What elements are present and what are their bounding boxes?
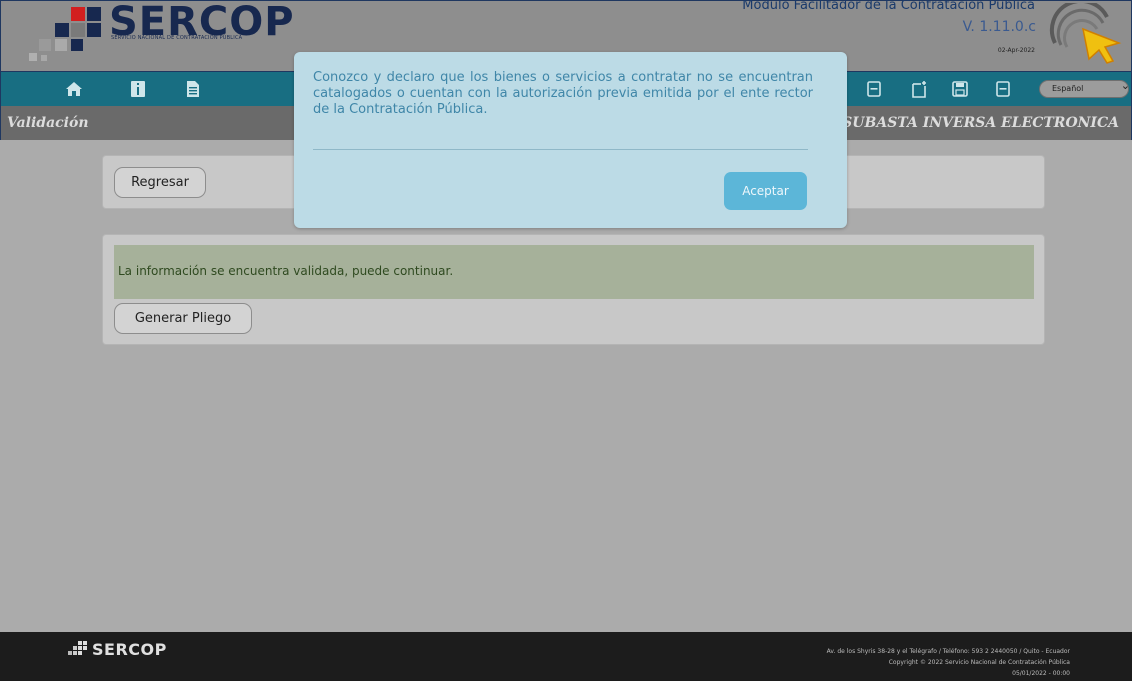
accept-button[interactable]: Aceptar	[724, 172, 807, 210]
logo-subtitle: SERVICIO NACIONAL DE CONTRATACIÓN PÚBLIC…	[111, 35, 243, 41]
modal-divider	[313, 149, 808, 150]
footer-address: Av. de los Shyris 38-28 y el Telégrafo /…	[826, 648, 1070, 655]
validation-message-box: La información se encuentra validada, pu…	[114, 245, 1034, 299]
save-icon[interactable]	[949, 78, 971, 100]
new-document-icon[interactable]	[908, 78, 930, 100]
sercop-footer-icon	[68, 641, 87, 655]
footer-datetime: 05/01/2022 - 00:00	[1012, 670, 1070, 677]
section-title: Validación	[7, 115, 89, 131]
footer-copyright: Copyright © 2022 Servicio Nacional de Co…	[888, 659, 1070, 666]
footer-logo-text: SERCOP	[92, 639, 167, 659]
footer-logo: SERCOP	[66, 639, 167, 659]
home-icon[interactable]	[63, 78, 85, 100]
form-icon[interactable]	[992, 78, 1014, 100]
process-type-title: - SUBASTA INVERSA ELECTRONICA	[831, 115, 1120, 131]
app-title: Módulo Facilitador de la Contratación Pú…	[742, 0, 1035, 13]
app-version: V. 1.11.0.c	[962, 19, 1036, 35]
language-select[interactable]: Español	[1039, 78, 1130, 98]
declaration-modal: Conozco y declaro que los bienes o servi…	[294, 52, 847, 228]
generate-pliego-button[interactable]: Generar Pliego	[114, 303, 252, 334]
document-icon[interactable]	[182, 78, 204, 100]
app-footer: SERCOP Av. de los Shyris 38-28 y el Telé…	[0, 632, 1132, 681]
sercop-logo-mark	[29, 7, 101, 61]
modal-message: Conozco y declaro que los bienes o servi…	[313, 70, 813, 117]
app-date: 02-Apr-2022	[997, 47, 1035, 54]
info-icon[interactable]	[127, 78, 149, 100]
validation-message: La información se encuentra validada, pu…	[118, 264, 454, 278]
back-button[interactable]: Regresar	[114, 167, 206, 198]
form-icon[interactable]	[863, 78, 885, 100]
cursor-logo-icon	[1049, 3, 1122, 64]
